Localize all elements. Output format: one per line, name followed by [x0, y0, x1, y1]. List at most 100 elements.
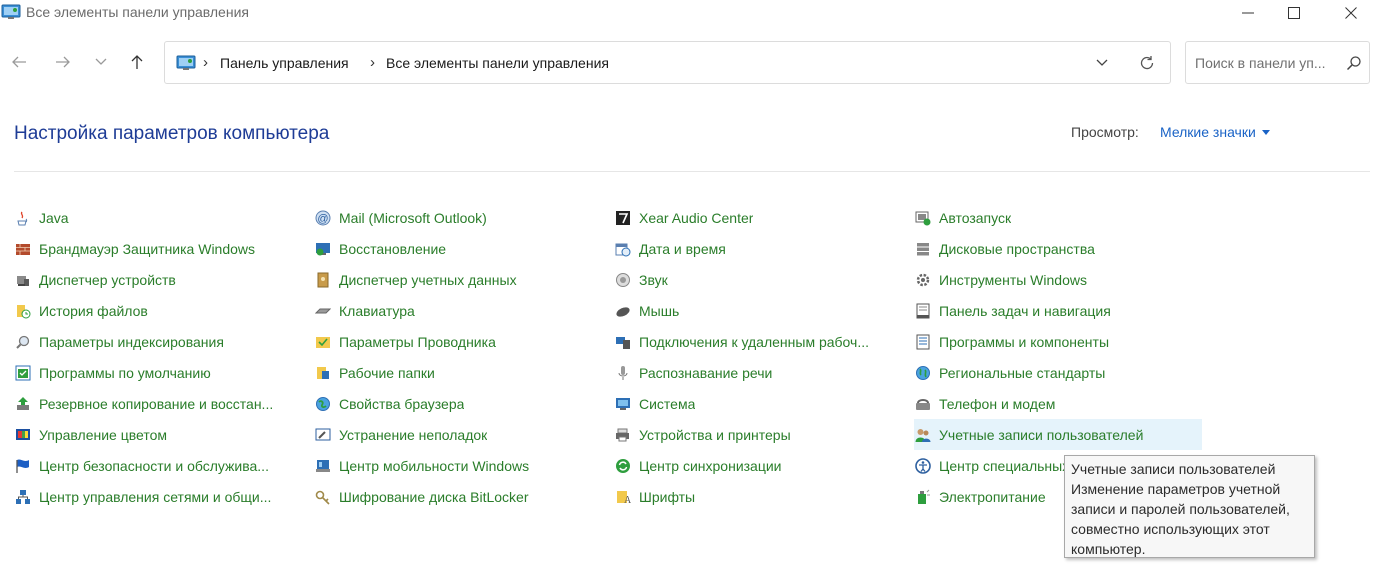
item-label: История файлов [39, 302, 148, 319]
control-panel-item[interactable]: Система [614, 388, 904, 419]
breadcrumb-separator-icon[interactable]: › [370, 54, 375, 71]
control-panel-item[interactable]: Мышь [614, 295, 904, 326]
item-label: Система [639, 395, 696, 412]
mouse-icon [614, 302, 632, 320]
internet-options-icon [314, 395, 332, 413]
item-label: Дата и время [639, 240, 726, 257]
minimize-button[interactable] [1225, 0, 1271, 26]
ease-of-access-icon [914, 457, 932, 475]
view-by-dropdown[interactable]: Мелкие значки [1160, 124, 1270, 140]
item-label: Учетные записи пользователей [939, 426, 1144, 443]
control-panel-item[interactable]: Телефон и модем [914, 388, 1204, 419]
control-panel-item[interactable]: Автозапуск [914, 202, 1204, 233]
control-panel-item[interactable]: Центр безопасности и обслужива... [14, 450, 304, 481]
item-label: Параметры Проводника [339, 333, 496, 350]
maximize-button[interactable] [1271, 0, 1317, 26]
network-icon [14, 488, 32, 506]
xear-audio-icon [614, 209, 632, 227]
item-label: Диспетчер устройств [39, 271, 176, 288]
item-label: Программы и компоненты [939, 333, 1110, 350]
devices-printers-icon [614, 426, 632, 444]
view-by-value: Мелкие значки [1160, 124, 1256, 140]
item-label: Параметры индексирования [39, 333, 224, 350]
control-panel-item[interactable]: Звук [614, 264, 904, 295]
user-accounts-icon [914, 426, 932, 444]
phone-modem-icon [914, 395, 932, 413]
control-panel-item[interactable]: Клавиатура [314, 295, 604, 326]
control-panel-item[interactable]: Управление цветом [14, 419, 304, 450]
control-panel-item[interactable]: Шифрование диска BitLocker [314, 481, 604, 512]
refresh-icon [1140, 56, 1154, 70]
close-button[interactable] [1328, 0, 1374, 26]
troubleshooting-icon [314, 426, 332, 444]
item-label: Рабочие папки [339, 364, 435, 381]
control-panel-item[interactable]: Диспетчер учетных данных [314, 264, 604, 295]
back-button[interactable] [3, 46, 35, 78]
control-panel-item[interactable]: Программы по умолчанию [14, 357, 304, 388]
address-bar[interactable]: › Панель управления › Все элементы панел… [164, 41, 1171, 84]
control-panel-item-hovered[interactable]: Учетные записи пользователей [914, 419, 1202, 450]
system-icon [614, 395, 632, 413]
control-panel-item[interactable]: Инструменты Windows [914, 264, 1204, 295]
control-panel-item[interactable]: Устранение неполадок [314, 419, 604, 450]
windows-tools-icon [914, 271, 932, 289]
mobility-center-icon [314, 457, 332, 475]
item-label: Дисковые пространства [939, 240, 1095, 257]
control-panel-item[interactable]: Параметры Проводника [314, 326, 604, 357]
control-panel-item[interactable]: @ Mail (Microsoft Outlook) [314, 202, 604, 233]
items-column-3: Xear Audio Center Дата и время Звук Мышь… [614, 202, 904, 512]
control-panel-item[interactable]: Центр синхронизации [614, 450, 904, 481]
control-panel-item[interactable]: Свойства браузера [314, 388, 604, 419]
item-label: Автозапуск [939, 209, 1012, 226]
sound-icon [614, 271, 632, 289]
breadcrumb-control-panel[interactable]: Панель управления [220, 55, 349, 71]
control-panel-item[interactable]: Брандмауэр Защитника Windows [14, 233, 304, 264]
control-panel-item[interactable]: Java [14, 202, 304, 233]
search-input[interactable] [1195, 53, 1340, 73]
dropdown-arrow-icon [1261, 129, 1270, 135]
tooltip: Учетные записи пользователей Изменение п… [1064, 455, 1315, 558]
up-button[interactable] [121, 46, 153, 78]
bitlocker-icon [314, 488, 332, 506]
maximize-icon [1288, 7, 1300, 19]
control-panel-item[interactable]: Параметры индексирования [14, 326, 304, 357]
forward-button[interactable] [47, 46, 79, 78]
control-panel-item[interactable]: Программы и компоненты [914, 326, 1204, 357]
header-divider [14, 171, 1370, 172]
breadcrumb-all-items[interactable]: Все элементы панели управления [386, 55, 609, 71]
control-panel-item[interactable]: Рабочие папки [314, 357, 604, 388]
tooltip-line: совместно использующих этот [1071, 521, 1270, 537]
power-options-icon [914, 488, 932, 506]
item-label: Инструменты Windows [939, 271, 1087, 288]
recent-locations-button[interactable] [85, 46, 117, 78]
control-panel-item[interactable]: Xear Audio Center [614, 202, 904, 233]
search-box[interactable] [1185, 41, 1370, 84]
control-panel-item[interactable]: Резервное копирование и восстан... [14, 388, 304, 419]
date-time-icon [614, 240, 632, 258]
control-panel-item[interactable]: Центр мобильности Windows [314, 450, 604, 481]
chevron-down-icon [95, 58, 107, 65]
control-panel-item[interactable]: Панель задач и навигация [914, 295, 1204, 326]
keyboard-icon [314, 302, 332, 320]
control-panel-item[interactable]: Устройства и принтеры [614, 419, 904, 450]
items-column-1: Java Брандмауэр Защитника Windows Диспет… [14, 202, 304, 512]
control-panel-item[interactable]: A Шрифты [614, 481, 904, 512]
mail-icon: @ [314, 209, 332, 227]
control-panel-item[interactable]: Региональные стандарты [914, 357, 1204, 388]
item-label: Мышь [639, 302, 680, 319]
control-panel-item[interactable]: Центр управления сетями и общи... [14, 481, 304, 512]
control-panel-item[interactable]: Диспетчер устройств [14, 264, 304, 295]
control-panel-item[interactable]: История файлов [14, 295, 304, 326]
control-panel-item[interactable]: Дата и время [614, 233, 904, 264]
fonts-icon: A [614, 488, 632, 506]
java-icon [14, 209, 32, 227]
control-panel-item[interactable]: Подключения к удаленным рабоч... [614, 326, 904, 357]
address-history-button[interactable] [1089, 52, 1115, 74]
control-panel-item[interactable]: Восстановление [314, 233, 604, 264]
search-icon[interactable] [1346, 55, 1362, 71]
refresh-button[interactable] [1134, 52, 1160, 74]
control-panel-item[interactable]: Дисковые пространства [914, 233, 1204, 264]
remote-connections-icon [614, 333, 632, 351]
breadcrumb-separator-icon[interactable]: › [203, 54, 208, 71]
control-panel-item[interactable]: Распознавание речи [614, 357, 904, 388]
